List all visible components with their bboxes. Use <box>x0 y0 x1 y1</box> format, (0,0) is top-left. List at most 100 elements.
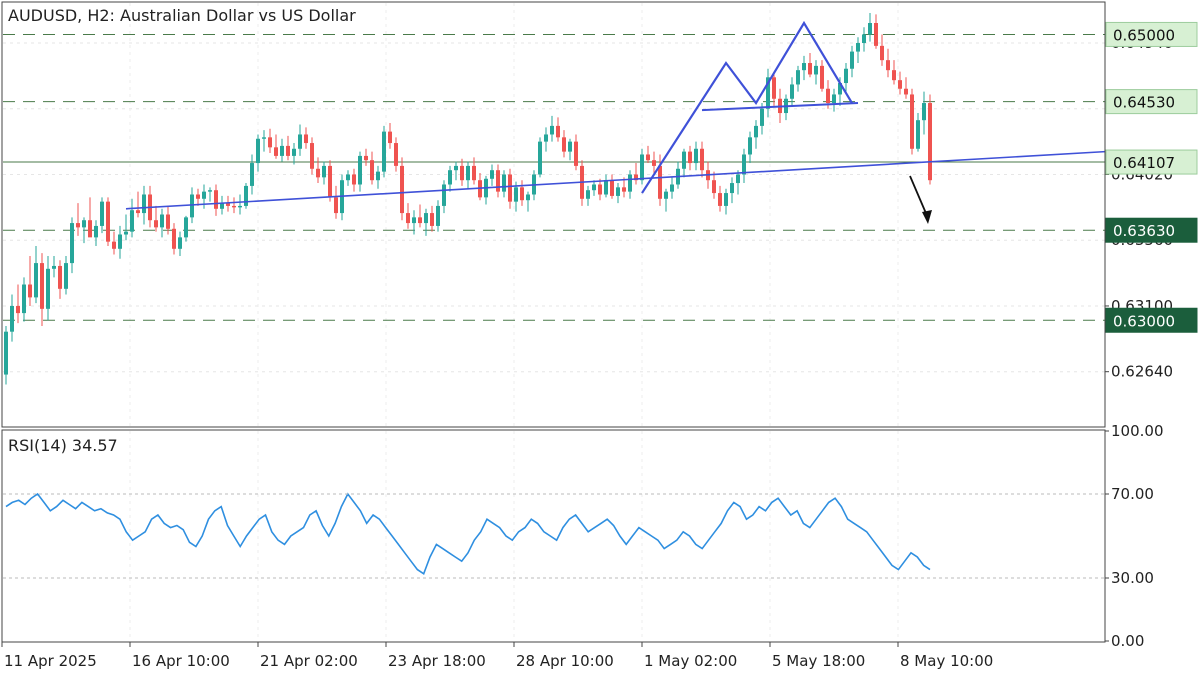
candle-body <box>358 155 362 185</box>
candle-body <box>124 231 128 235</box>
candle-body <box>64 263 68 289</box>
candle-body <box>172 228 176 249</box>
candle-body <box>88 220 92 238</box>
candle-body <box>166 214 170 229</box>
candle-body <box>754 125 758 138</box>
candle-body <box>40 263 44 309</box>
candle-body <box>664 191 668 199</box>
time-tick-label: 21 Apr 02:00 <box>260 652 358 670</box>
candle-body <box>208 190 212 192</box>
candle-body <box>334 197 338 214</box>
candle-body <box>22 284 26 314</box>
candle-body <box>424 213 428 224</box>
candle-body <box>406 213 410 224</box>
candle-body <box>418 217 422 224</box>
candle-body <box>730 183 734 194</box>
candle-body <box>694 148 698 164</box>
time-tick-label: 11 Apr 2025 <box>4 652 97 670</box>
candle-body <box>286 145 290 156</box>
candle-body <box>622 187 626 192</box>
candle-body <box>436 205 440 226</box>
candle-body <box>400 165 404 214</box>
candle-body <box>820 65 824 89</box>
candle-body <box>490 170 494 179</box>
candle-body <box>238 205 242 208</box>
candle-body <box>886 60 890 71</box>
candle-body <box>736 174 740 184</box>
candle-body <box>538 141 542 175</box>
candle-body <box>430 213 434 226</box>
level-tag-label: 0.64530 <box>1113 94 1175 112</box>
candle-body <box>544 134 548 142</box>
candle-body <box>250 163 254 186</box>
candle-body <box>364 155 368 161</box>
candle-body <box>376 171 380 181</box>
candle-body <box>682 151 686 169</box>
candle-body <box>388 131 392 144</box>
chart-canvas: 0.649400.644800.640200.635600.631000.626… <box>0 0 1200 675</box>
chart-background <box>0 0 1200 675</box>
time-tick-label: 16 Apr 10:00 <box>132 652 230 670</box>
candle-body <box>898 80 902 89</box>
candle-body <box>508 174 512 202</box>
chart-title: AUDUSD, H2: Australian Dollar vs US Doll… <box>8 6 356 25</box>
candle-body <box>316 168 320 178</box>
candle-body <box>904 88 908 95</box>
candle-body <box>10 305 14 332</box>
time-tick-label: 23 Apr 18:00 <box>388 652 486 670</box>
price-tick-label: 0.62640 <box>1111 363 1173 381</box>
candle-body <box>142 194 146 214</box>
candle-body <box>160 214 164 228</box>
candle-body <box>16 305 20 314</box>
candle-body <box>520 187 524 201</box>
candle-body <box>232 205 236 208</box>
candle-body <box>724 193 728 206</box>
candle-body <box>808 63 812 75</box>
rsi-title: RSI(14) 34.57 <box>8 436 118 455</box>
candle-body <box>466 165 470 181</box>
candle-body <box>892 70 896 81</box>
candle-body <box>748 137 752 155</box>
candle-body <box>550 125 554 135</box>
candle-body <box>4 331 8 375</box>
candle-body <box>100 201 104 226</box>
candle-body <box>454 165 458 171</box>
candle-body <box>844 68 848 84</box>
candle-body <box>412 217 416 224</box>
candle-body <box>760 108 764 126</box>
candle-body <box>712 180 716 194</box>
candle-body <box>244 185 248 206</box>
candle-body <box>604 180 608 195</box>
candle-body <box>28 284 32 298</box>
time-tick-label: 1 May 02:00 <box>644 652 737 670</box>
time-tick-label: 28 Apr 10:00 <box>516 652 614 670</box>
candle-body <box>184 217 188 238</box>
candle-body <box>352 174 356 185</box>
candle-body <box>640 154 644 181</box>
candle-body <box>382 131 386 172</box>
candle-body <box>502 174 506 192</box>
candle-body <box>460 165 464 181</box>
candle-body <box>136 210 140 214</box>
candle-body <box>106 201 110 242</box>
candle-body <box>112 241 116 249</box>
candle-body <box>598 184 602 195</box>
candle-body <box>346 174 350 181</box>
candle-body <box>46 268 50 309</box>
candle-body <box>880 45 884 61</box>
candle-body <box>628 174 632 192</box>
candle-body <box>526 194 530 201</box>
candle-body <box>154 220 158 228</box>
candle-body <box>280 145 284 156</box>
candle-body <box>214 190 218 209</box>
candle-body <box>58 265 62 289</box>
candle-body <box>832 94 836 104</box>
level-tag-label: 0.63000 <box>1113 312 1175 330</box>
candle-body <box>130 210 134 232</box>
candle-body <box>556 125 560 138</box>
candle-body <box>592 184 596 191</box>
candle-body <box>814 65 818 75</box>
candle-body <box>922 103 926 121</box>
candle-body <box>178 237 182 249</box>
candle-body <box>514 187 518 202</box>
